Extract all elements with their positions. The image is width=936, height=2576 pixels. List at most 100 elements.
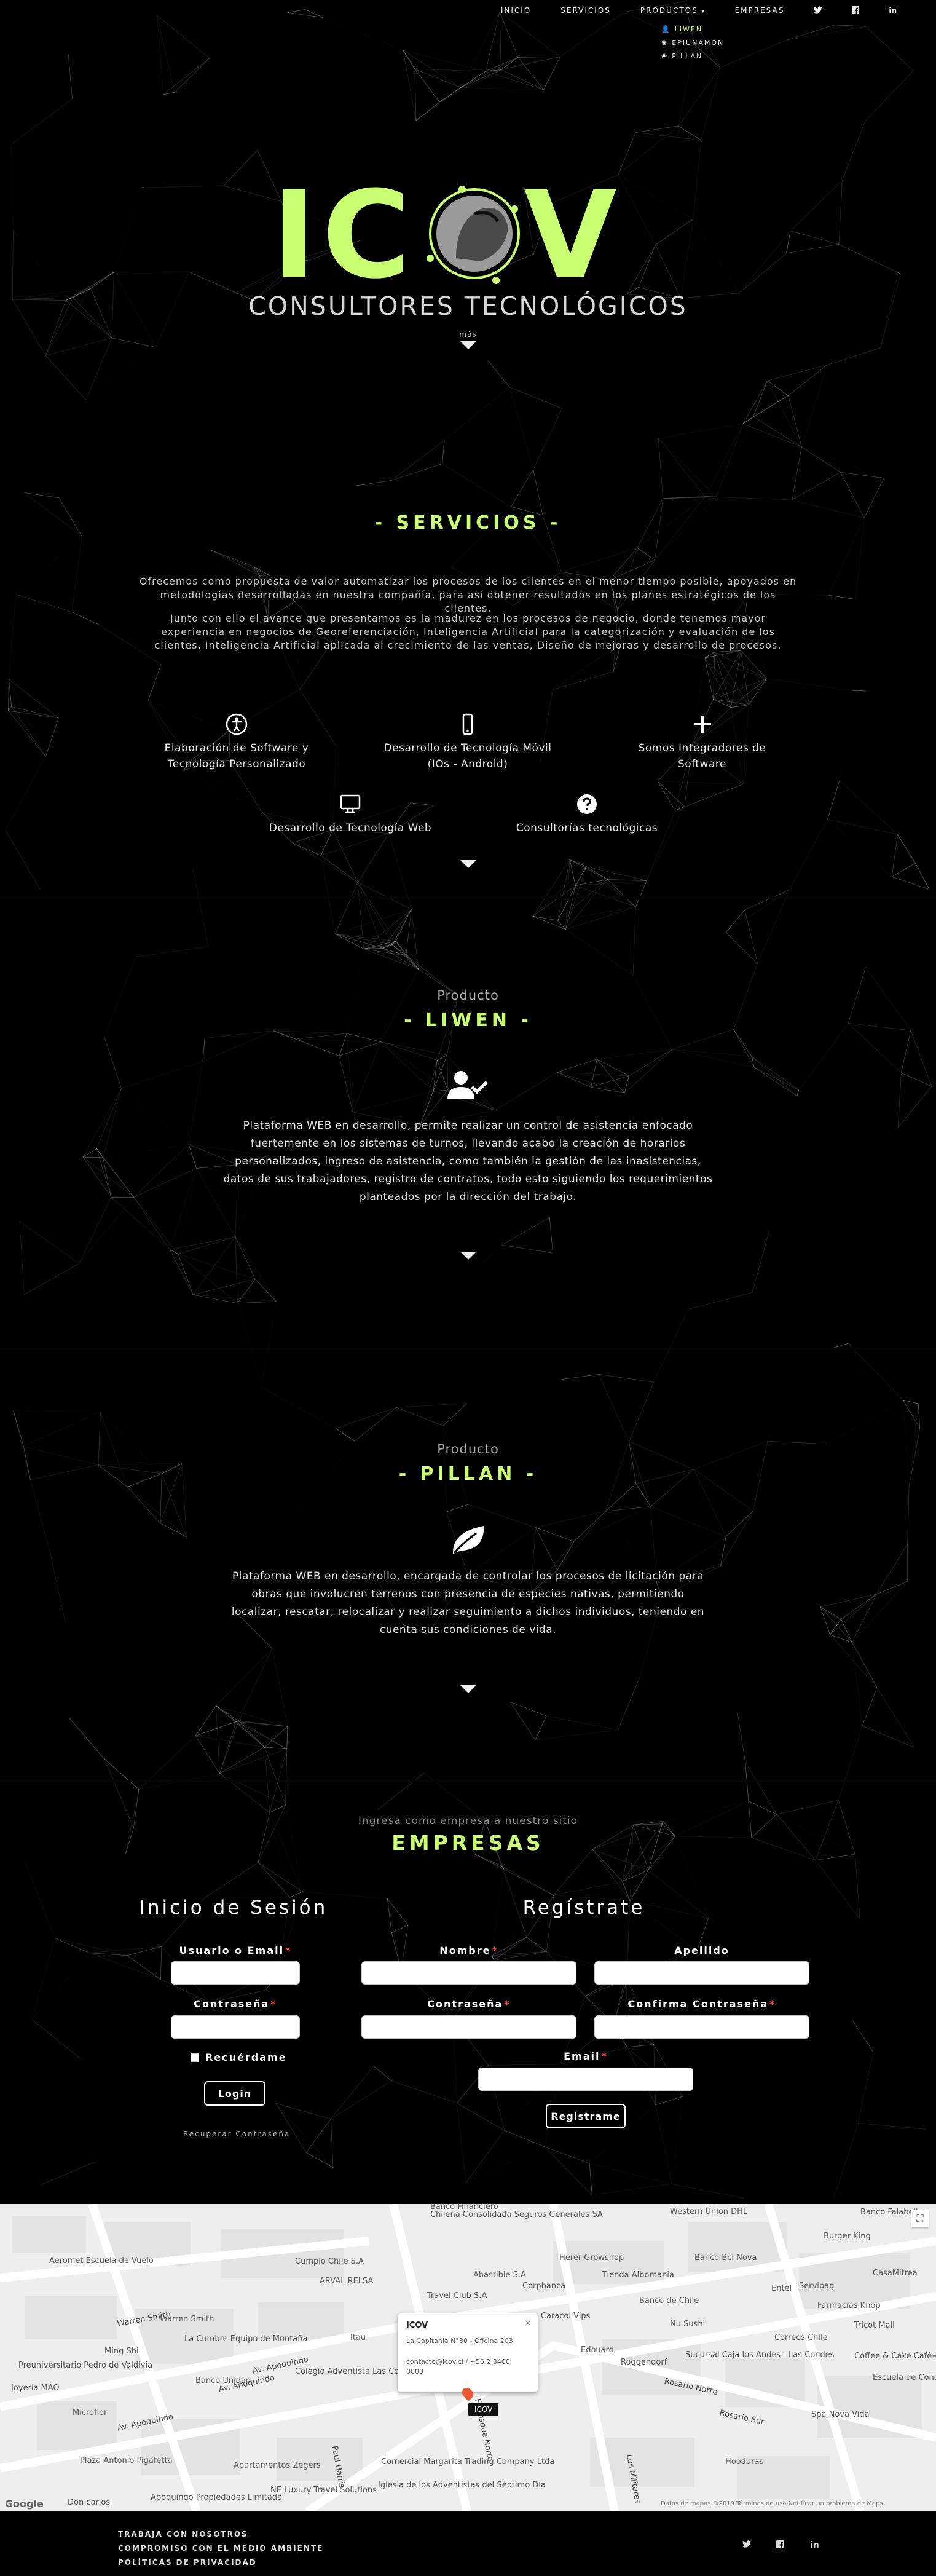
- dropdown-item-pillan[interactable]: ❀ PILLAN: [661, 49, 724, 63]
- dropdown-item-epiunamon[interactable]: ❀ EPIUNAMON: [661, 36, 724, 49]
- footer-link[interactable]: TRABAJA CON NOSOTROS: [118, 2530, 248, 2538]
- scroll-down-button[interactable]: [0, 1249, 936, 1260]
- question-icon: [577, 794, 597, 814]
- required-asterisk: *: [601, 2050, 608, 2062]
- service-item-consultorias: Consultorías tecnológicas: [495, 793, 679, 836]
- map-place: Correos Chile: [774, 2333, 828, 2342]
- register-email-input[interactable]: [478, 2068, 693, 2091]
- register-email-label: Email *: [478, 2050, 693, 2062]
- map-place: Banco Bci Nova: [694, 2253, 757, 2262]
- section-divider: [0, 1780, 936, 1782]
- close-icon[interactable]: ×: [524, 2318, 532, 2328]
- nav-inicio[interactable]: INICIO: [501, 6, 531, 15]
- map-place: Comercial Margarita Trading Company Ltda: [381, 2457, 555, 2467]
- logo-letter-v: V: [524, 166, 617, 295]
- required-asterisk: *: [285, 1945, 292, 1956]
- leaf-icon: ❀: [661, 52, 669, 60]
- nav-productos[interactable]: PRODUCTOS ▾: [640, 6, 706, 15]
- facebook-icon[interactable]: [776, 2540, 784, 2551]
- register-pass-input[interactable]: [361, 2015, 576, 2039]
- register-pass-label: Contraseña *: [361, 1998, 576, 2010]
- logo-graphic: I C V: [272, 166, 617, 295]
- map-place: Servipag: [799, 2282, 835, 2291]
- checkbox-box[interactable]: [191, 2053, 199, 2062]
- map-place: Hooduras: [725, 2457, 764, 2467]
- liwen-title: - LIWEN -: [404, 1009, 532, 1031]
- map-place: Roggendorf: [621, 2358, 667, 2367]
- map-place: Nu Sushi: [670, 2320, 706, 2329]
- map-place: Coffee & Cake Café+: [854, 2352, 936, 2361]
- scroll-down-button[interactable]: [0, 1683, 936, 1693]
- logo-letter-c: C: [322, 166, 411, 295]
- map-place: Corpbanca: [522, 2282, 566, 2291]
- linkedin-icon[interactable]: in: [889, 6, 897, 15]
- register-name-input[interactable]: [361, 1961, 576, 1985]
- twitter-icon[interactable]: [742, 2540, 751, 2550]
- map-place: Joyería MAO: [11, 2384, 60, 2393]
- map-place: Plaza Antonio Pigafetta: [80, 2456, 173, 2465]
- map-place: Ming Shi: [104, 2347, 139, 2356]
- map-place: ARVAL RELSA: [320, 2277, 374, 2286]
- productos-dropdown: 👤 LIWEN ❀ EPIUNAMON ❀ PILLAN: [661, 22, 724, 63]
- login-pass-label: Contraseña *: [171, 1998, 300, 2010]
- map-place: Tienda Albomania: [602, 2270, 674, 2280]
- more-label: más: [459, 330, 477, 339]
- register-confirm-input[interactable]: [594, 2015, 809, 2039]
- scroll-down-button[interactable]: [0, 858, 936, 868]
- info-contact: contacto@icov.cl / +56 2 3400 0000: [406, 2358, 510, 2376]
- user-check-icon: [447, 1071, 488, 1099]
- login-button[interactable]: Login: [204, 2081, 265, 2106]
- nav-servicios[interactable]: SERVICIOS: [560, 6, 611, 15]
- pillan-description: Plataforma WEB en desarrollo, encargada …: [231, 1570, 705, 1636]
- map-terms[interactable]: Datos de mapas ©2019 Términos de uso Not…: [661, 2500, 883, 2507]
- map-place: Burger King: [824, 2232, 871, 2241]
- service-item-web: Desarrollo de Tecnología Web: [258, 793, 442, 836]
- service-label: Elaboración de Software y Tecnología Per…: [164, 742, 309, 770]
- login-title: Inicio de Sesión: [139, 1897, 328, 1919]
- required-asterisk: *: [769, 1998, 776, 2010]
- map-place: Aeromet Escuela de Vuelo: [49, 2256, 154, 2266]
- footer-link[interactable]: POLÍTICAS DE PRIVACIDAD: [118, 2558, 257, 2567]
- dropdown-item-liwen[interactable]: 👤 LIWEN: [661, 22, 724, 36]
- service-label: Consultorías tecnológicas: [516, 822, 658, 834]
- dropdown-label: PILLAN: [672, 52, 703, 60]
- login-pass-input[interactable]: [171, 2015, 300, 2039]
- login-user-input[interactable]: [171, 1961, 300, 1985]
- arrow-down-icon: [460, 1685, 476, 1693]
- plus-icon: [693, 716, 711, 733]
- map-place: Apartamentos Zegers: [234, 2461, 321, 2470]
- twitter-icon[interactable]: [814, 6, 823, 15]
- footer-link[interactable]: COMPROMISO CON EL MEDIO AMBIENTE: [118, 2544, 323, 2553]
- recover-password-link[interactable]: Recuperar Contraseña: [183, 2130, 290, 2138]
- empresas-pretitle: Ingresa como empresa a nuestro sitio: [358, 1815, 578, 1827]
- section-divider: [0, 896, 936, 899]
- register-last-input[interactable]: [594, 1961, 809, 1985]
- map-place: Microflor: [73, 2408, 108, 2417]
- more-link[interactable]: más: [0, 330, 936, 349]
- map-info-window: × ICOV La Capitanía N°80 - Oficina 203 c…: [398, 2313, 538, 2392]
- fullscreen-icon[interactable]: ⛶: [911, 2210, 929, 2227]
- required-asterisk: *: [504, 1998, 511, 2010]
- service-label: Somos Integradores de Software: [638, 742, 766, 770]
- label-text: Contraseña: [194, 1998, 270, 2010]
- linkedin-icon[interactable]: in: [810, 2540, 819, 2550]
- leaf-icon: [452, 1526, 484, 1554]
- map-place: Banco Financiero: [430, 2204, 498, 2211]
- map-place: Caracol Vips: [541, 2312, 591, 2321]
- google-logo[interactable]: Google: [5, 2498, 44, 2510]
- remember-checkbox[interactable]: Recuérdame: [191, 2052, 287, 2063]
- register-button[interactable]: Registrame: [546, 2104, 626, 2128]
- label-text: Contraseña: [427, 1998, 503, 2010]
- register-name-label: Nombre *: [361, 1945, 576, 1956]
- arrow-down-icon: [460, 860, 476, 868]
- map-place: Apoquindo Propiedades Limitada: [151, 2493, 283, 2502]
- map-place: Don carlos: [68, 2498, 111, 2507]
- facebook-icon[interactable]: [852, 6, 860, 15]
- arrow-down-icon: [460, 341, 476, 349]
- nav-empresas[interactable]: EMPRESAS: [735, 6, 785, 15]
- leaf-icon: ❀: [661, 38, 669, 47]
- map-place: Banco de Chile: [639, 2296, 699, 2305]
- map-place: Tricot Mall: [854, 2321, 895, 2330]
- map-place: Western Union DHL: [670, 2207, 748, 2216]
- register-last-label: Apellido: [594, 1945, 809, 1956]
